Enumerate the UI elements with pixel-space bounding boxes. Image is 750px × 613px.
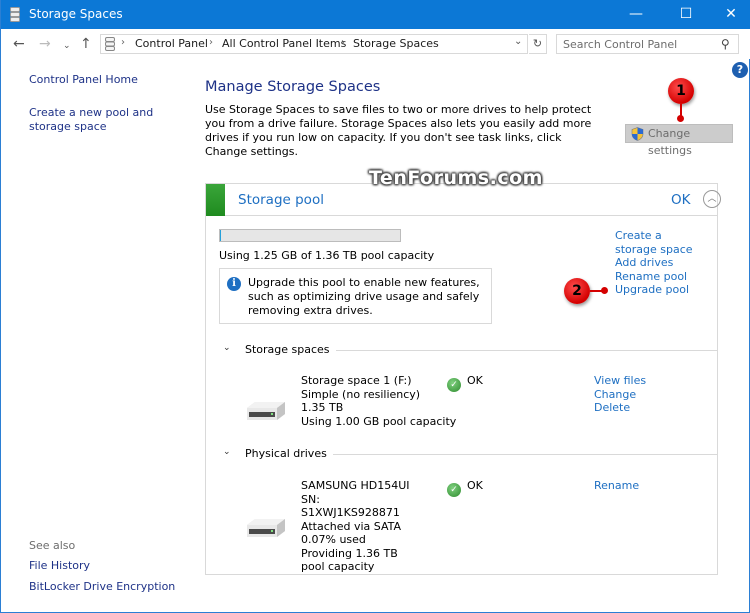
callout-badge-1: 1: [668, 78, 694, 104]
rename-pool-link[interactable]: Rename pool: [615, 270, 715, 284]
page-description: Use Storage Spaces to save files to two …: [205, 103, 592, 158]
breadcrumb-all-items[interactable]: All Control Panel Items: [222, 37, 346, 50]
sidebar: Control Panel Home Create a new pool and…: [1, 59, 196, 612]
maximize-button[interactable]: ☐: [663, 0, 709, 29]
collapse-chevron-icon[interactable]: ︿: [703, 190, 721, 208]
tenforums-watermark: TenForums.com: [369, 167, 543, 189]
ok-check-icon: ✓: [447, 378, 461, 392]
change-settings-button[interactable]: Change settings: [625, 124, 733, 157]
refresh-icon[interactable]: ↻: [529, 34, 547, 54]
storage-pool-title: Storage pool: [238, 192, 324, 208]
physical-drive-links: Rename: [594, 479, 639, 493]
physical-drive-details: SAMSUNG HD154UI SN: S1XWJ1KS928871 Attac…: [301, 479, 421, 574]
up-arrow-icon[interactable]: ↑: [80, 35, 92, 53]
storage-space-usage: Using 1.00 GB pool capacity: [301, 414, 457, 428]
forward-arrow-icon[interactable]: →: [39, 35, 51, 53]
breadcrumb-control-panel[interactable]: Control Panel: [135, 37, 208, 50]
physical-drive-capacity: Providing 1.36 TB pool capacity: [301, 546, 398, 574]
create-storage-space-link[interactable]: Create a storage space: [615, 229, 700, 256]
breadcrumb-storage-spaces[interactable]: Storage Spaces: [353, 37, 439, 50]
storage-spaces-heading: Storage spaces: [245, 343, 336, 356]
storage-spaces-section-header[interactable]: ⌄ Storage spaces: [223, 343, 717, 357]
physical-drives-heading: Physical drives: [245, 447, 333, 460]
change-settings-label: Change settings: [648, 127, 692, 157]
search-input[interactable]: [563, 37, 713, 51]
minimize-button[interactable]: —: [613, 0, 659, 29]
pool-capacity-text: Using 1.25 GB of 1.36 TB pool capacity: [219, 249, 435, 262]
storage-space-drive-icon: [247, 402, 285, 420]
ok-check-icon: ✓: [447, 483, 461, 497]
upgrade-pool-message: Upgrade this pool to enable new features…: [248, 276, 480, 317]
control-panel-icon: [105, 37, 115, 51]
physical-drive-model: SAMSUNG HD154UI: [301, 479, 410, 492]
address-dropdown-icon[interactable]: ⌄: [514, 36, 522, 47]
callout-dot-1: [677, 115, 684, 122]
search-icon[interactable]: ⚲: [721, 37, 730, 51]
section-expand-chevron-icon[interactable]: ⌄: [223, 343, 231, 353]
callout-dot-2: [601, 287, 608, 294]
see-also-bitlocker[interactable]: BitLocker Drive Encryption: [29, 580, 189, 594]
see-also-file-history[interactable]: File History: [29, 559, 189, 573]
title-bar: Storage Spaces — ☐ ✕: [1, 0, 750, 29]
storage-pool-status: OK: [671, 192, 691, 208]
change-link[interactable]: Change: [594, 388, 646, 402]
upgrade-pool-notice: i Upgrade this pool to enable new featur…: [219, 268, 492, 324]
storage-spaces-app-icon: [10, 7, 20, 22]
search-box[interactable]: ⚲: [556, 34, 739, 54]
back-arrow-icon[interactable]: ←: [13, 35, 25, 53]
info-icon: i: [227, 277, 241, 291]
view-files-link[interactable]: View files: [594, 374, 646, 388]
storage-space-status: ✓ OK: [447, 374, 483, 392]
pool-capacity-bar: [219, 229, 401, 242]
recent-locations-chevron-icon[interactable]: ⌄: [63, 37, 71, 55]
delete-link[interactable]: Delete: [594, 401, 646, 415]
storage-spaces-window: Storage Spaces — ☐ ✕ ← → ⌄ ↑ › Control P…: [0, 0, 750, 613]
storage-space-resiliency: Simple (no resiliency): [301, 387, 421, 401]
uac-shield-icon: [631, 127, 644, 141]
physical-drive-icon: [247, 519, 285, 537]
pool-status-bar: [206, 184, 225, 216]
physical-drive-usage: 0.07% used: [301, 533, 366, 546]
help-icon[interactable]: ?: [732, 62, 748, 78]
storage-space-status-text: OK: [467, 374, 483, 387]
physical-drives-section-header[interactable]: ⌄ Physical drives: [223, 447, 717, 461]
physical-drive-status: ✓ OK: [447, 479, 483, 497]
breadcrumb-separator: ›: [209, 37, 213, 48]
rename-drive-link[interactable]: Rename: [594, 479, 639, 493]
physical-drive-serial: SN: S1XWJ1KS928871: [301, 492, 400, 520]
add-drives-link[interactable]: Add drives: [615, 256, 715, 270]
physical-drive-status-text: OK: [467, 479, 483, 492]
window-title: Storage Spaces: [29, 7, 123, 21]
address-bar[interactable]: › Control Panel › All Control Panel Item…: [100, 34, 528, 54]
section-expand-chevron-icon[interactable]: ⌄: [223, 447, 231, 457]
breadcrumb-separator: ›: [121, 37, 125, 48]
see-also-heading: See also: [29, 539, 76, 552]
storage-space-name: Storage space 1 (F:): [301, 374, 412, 387]
storage-space-size: 1.35 TB: [301, 401, 344, 414]
pool-task-links: Create a storage space Add drives Rename…: [615, 229, 715, 297]
breadcrumb-separator: ›: [341, 37, 345, 48]
page-title: Manage Storage Spaces: [205, 79, 381, 95]
storage-space-links: View files Change Delete: [594, 374, 646, 415]
upgrade-pool-link[interactable]: Upgrade pool: [615, 283, 715, 297]
callout-badge-2: 2: [564, 278, 590, 304]
close-button[interactable]: ✕: [708, 0, 750, 29]
sidebar-link-control-panel-home[interactable]: Control Panel Home: [29, 73, 189, 87]
storage-space-details: Storage space 1 (F:) Simple (no resilien…: [301, 374, 457, 428]
physical-drive-connection: Attached via SATA: [301, 519, 402, 533]
sidebar-link-create-pool[interactable]: Create a new pool and storage space: [29, 106, 184, 134]
